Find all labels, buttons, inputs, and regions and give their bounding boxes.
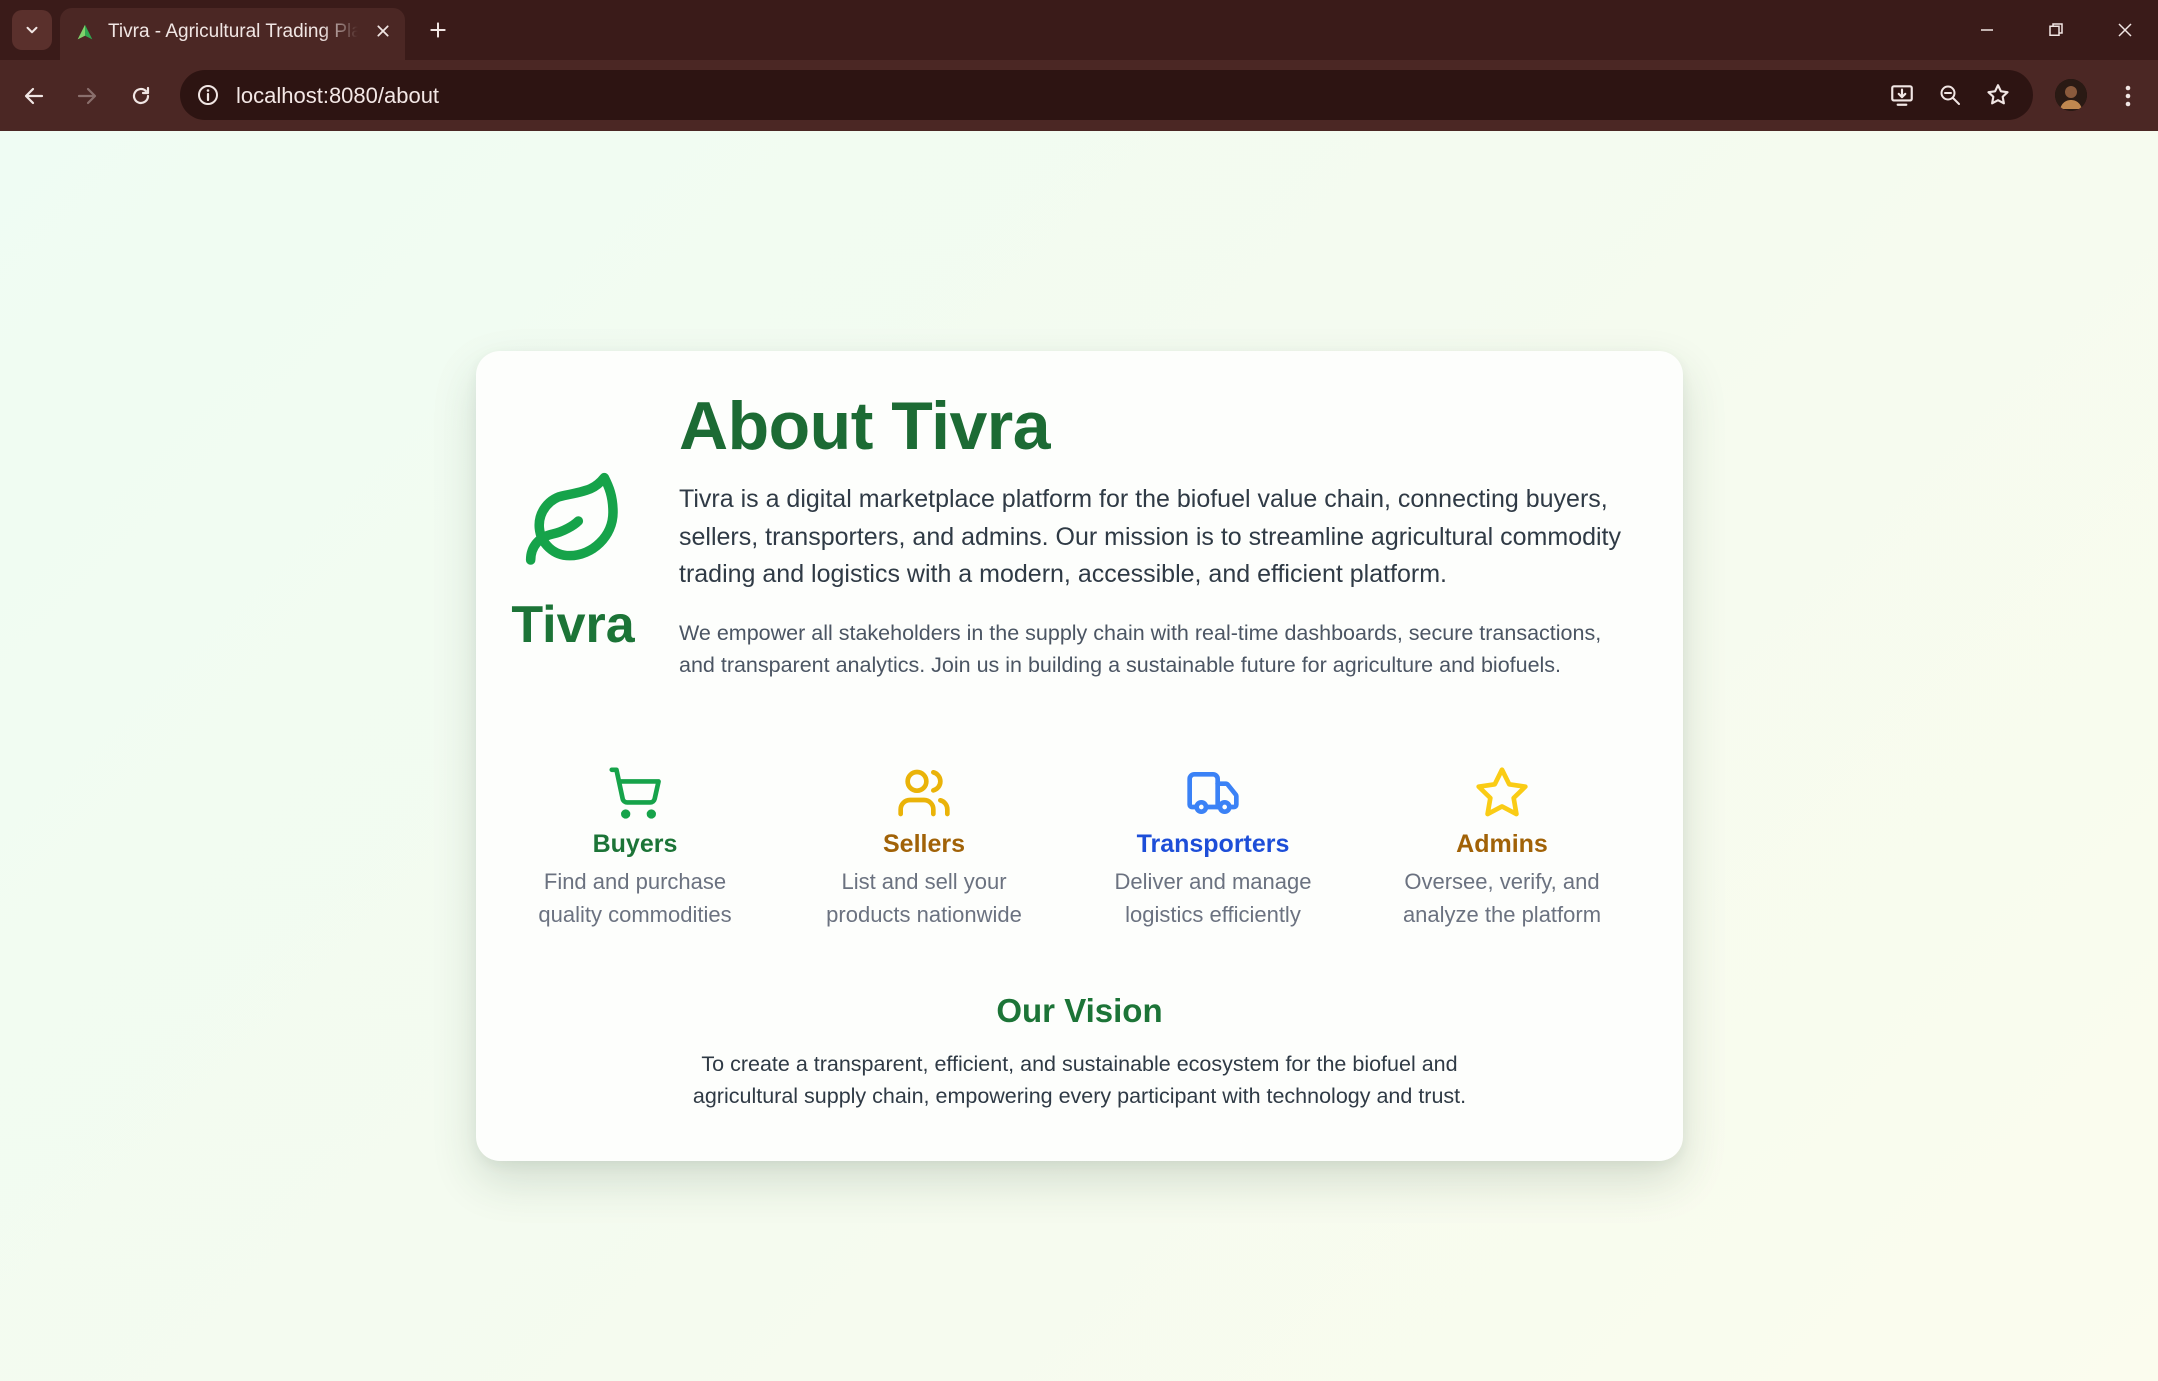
role-card-admins: Admins Oversee, verify, and analyze the … <box>1377 765 1627 931</box>
restore-icon <box>2049 23 2063 36</box>
role-description: Deliver and manage logistics efficiently <box>1114 869 1312 927</box>
shopping-cart-icon <box>609 767 661 819</box>
role-description: Oversee, verify, and analyze the platfor… <box>1402 869 1602 927</box>
arrow-left-icon <box>24 87 44 105</box>
about-card: Tivra About Tivra Tivra is a digital mar… <box>476 351 1683 1161</box>
chevron-down-icon <box>26 26 38 34</box>
role-card-buyers: Buyers Find and purchase quality commodi… <box>510 765 760 931</box>
star-outline-icon <box>1987 84 2009 105</box>
role-card-transporters: Transporters Deliver and manage logistic… <box>1088 765 1338 931</box>
zoom-out-icon <box>1940 85 1960 105</box>
reload-icon <box>132 86 150 105</box>
profile-avatar[interactable] <box>2055 79 2087 111</box>
minimize-button[interactable] <box>1964 8 2010 52</box>
browser-toolbar: localhost:8080/about <box>0 60 2158 131</box>
site-info-button[interactable] <box>192 79 224 111</box>
avatar-icon <box>2055 79 2087 111</box>
forward-button[interactable] <box>67 76 107 116</box>
users-icon <box>898 769 950 817</box>
tab-close-button[interactable] <box>368 16 398 46</box>
leaf-icon <box>525 472 618 565</box>
truck-icon <box>1187 772 1239 814</box>
browser-tab-active[interactable]: Tivra - Agricultural Trading Platform <box>60 8 405 60</box>
tab-search-button[interactable] <box>12 10 52 50</box>
role-card-sellers: Sellers List and sell your products nati… <box>799 765 1049 931</box>
brand-name: Tivra <box>511 596 635 654</box>
new-tab-button[interactable] <box>420 12 456 48</box>
back-button[interactable] <box>14 76 54 116</box>
close-icon <box>377 25 389 37</box>
bookmark-button[interactable] <box>1981 78 2015 112</box>
role-name: Admins <box>1456 830 1548 858</box>
role-name: Buyers <box>592 830 678 858</box>
reload-button[interactable] <box>121 76 161 116</box>
close-window-button[interactable] <box>2102 8 2148 52</box>
role-description: List and sell your products nationwide <box>826 869 1022 927</box>
page-viewport: Tivra About Tivra Tivra is a digital mar… <box>0 131 2158 1381</box>
tab-title: Tivra - Agricultural Trading Platform <box>108 21 358 42</box>
about-sub-paragraph: We empower all stakeholders in the suppl… <box>679 621 1602 677</box>
plus-icon <box>430 22 446 38</box>
role-name: Sellers <box>882 830 965 858</box>
url-text[interactable]: localhost:8080/about <box>236 83 439 109</box>
tivra-favicon-icon <box>77 24 93 40</box>
star-icon <box>1476 767 1528 817</box>
restore-button[interactable] <box>2033 8 2079 52</box>
page-title: About Tivra <box>679 388 1051 464</box>
about-lead-paragraph: Tivra is a digital marketplace platform … <box>679 485 1622 588</box>
more-vertical-icon <box>2125 85 2131 107</box>
vision-text: To create a transparent, efficient, and … <box>692 1052 1467 1108</box>
roles-grid: Buyers Find and purchase quality commodi… <box>510 765 1650 935</box>
browser-menu-button[interactable] <box>2112 76 2144 116</box>
arrow-right-icon <box>77 87 97 105</box>
close-icon <box>2118 23 2132 37</box>
info-icon <box>198 85 218 105</box>
install-icon <box>1891 85 1913 106</box>
vision-title: Our Vision <box>996 992 1163 1029</box>
browser-tab-bar: Tivra - Agricultural Trading Platform <box>0 0 2158 60</box>
zoom-button[interactable] <box>1933 78 1967 112</box>
role-description: Find and purchase quality commodities <box>538 869 732 927</box>
minimize-icon <box>1981 29 1993 31</box>
install-app-button[interactable] <box>1885 78 1919 112</box>
role-name: Transporters <box>1136 830 1290 858</box>
address-bar[interactable]: localhost:8080/about <box>180 70 2033 120</box>
